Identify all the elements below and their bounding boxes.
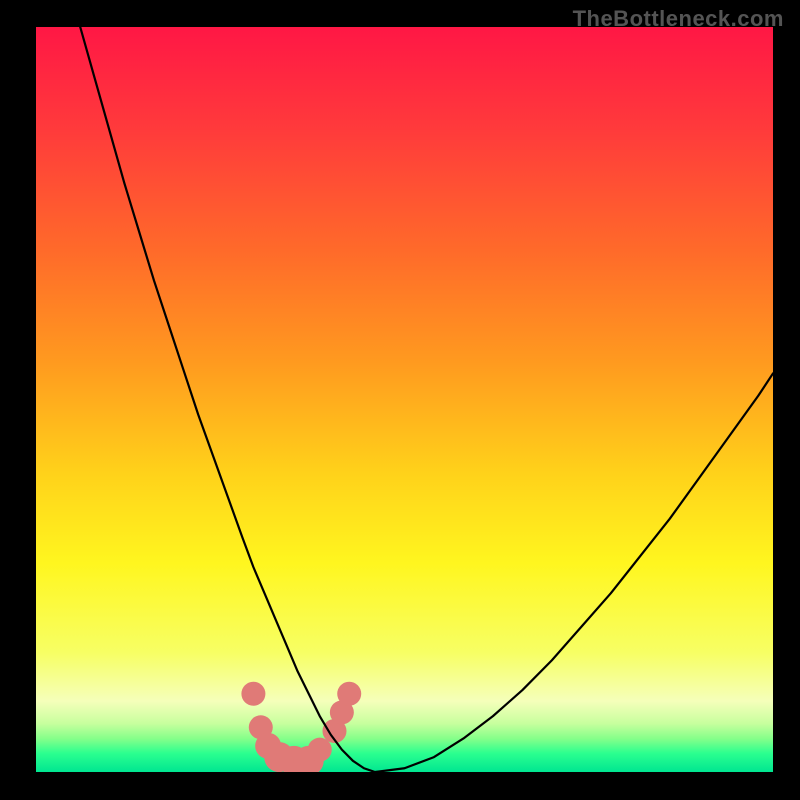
plot-area [36,27,773,772]
highlight-marker [241,682,265,706]
highlight-marker [308,738,332,762]
chart-stage: TheBottleneck.com [0,0,800,800]
plot-background [36,27,773,772]
highlight-marker [337,682,361,706]
